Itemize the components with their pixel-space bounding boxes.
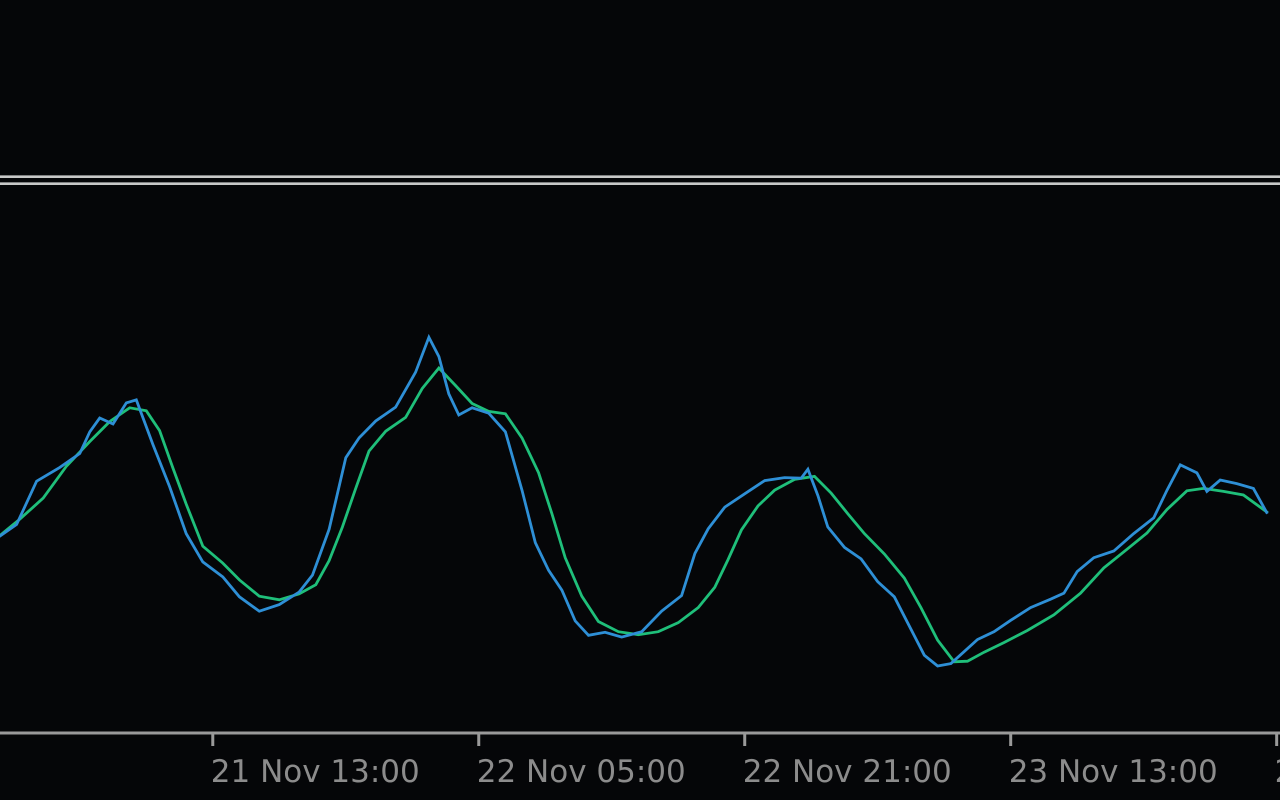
x-tick-label: 21 Nov 13:00 [211, 754, 420, 790]
x-tick-label: 24 Nov 05:00 [1275, 754, 1280, 790]
chart-background [0, 0, 1280, 800]
chart: 21 Nov 13:00 22 Nov 05:00 22 Nov 21:00 23 N… [0, 0, 1280, 800]
x-tick-label: 23 Nov 13:00 [1009, 754, 1218, 790]
x-tick-label: 22 Nov 05:00 [477, 754, 686, 790]
x-tick-label: 22 Nov 21:00 [743, 754, 952, 790]
